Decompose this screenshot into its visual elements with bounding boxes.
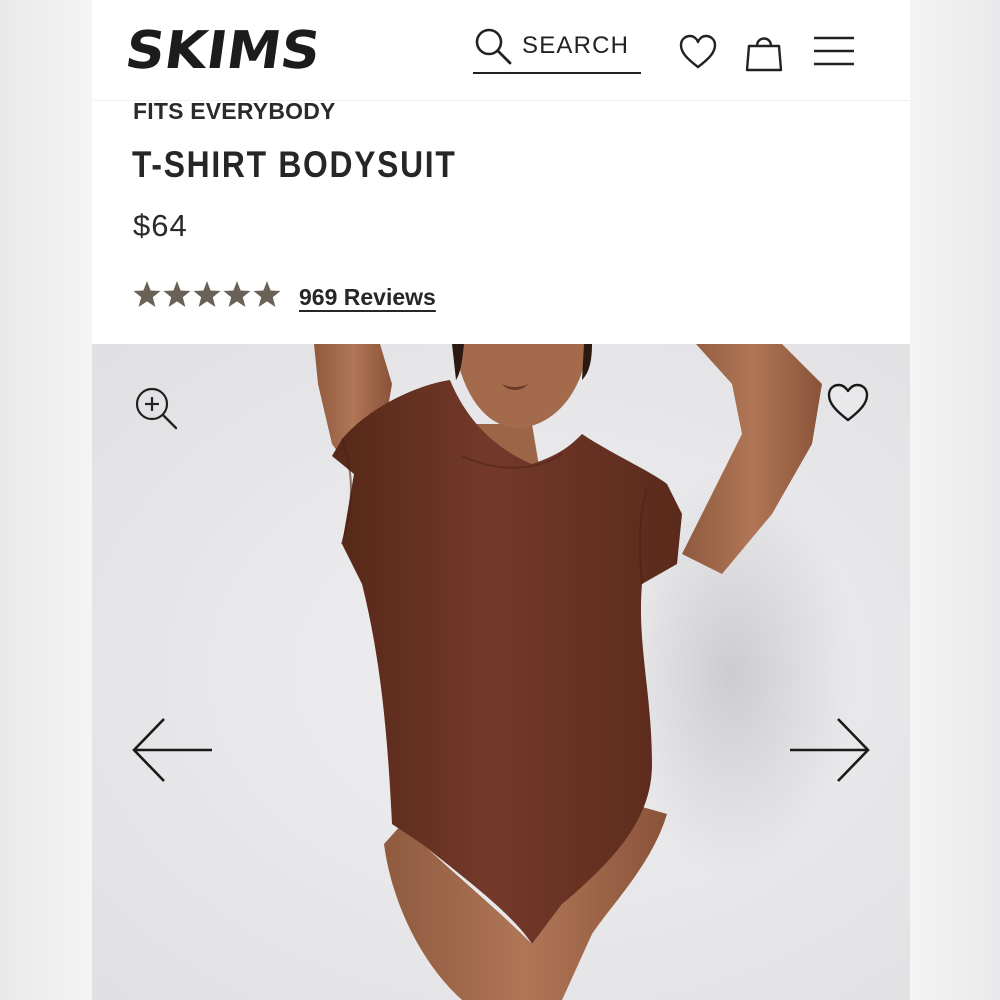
search-icon bbox=[475, 28, 512, 65]
shopping-bag-icon[interactable] bbox=[744, 30, 784, 72]
star-icon bbox=[223, 281, 251, 307]
star-rating bbox=[133, 281, 281, 307]
save-heart-icon[interactable] bbox=[825, 380, 871, 426]
product-title: T-SHIRT BODYSUIT bbox=[132, 144, 457, 185]
svg-text:SKIMS: SKIMS bbox=[122, 22, 322, 78]
brand-logo[interactable]: SKIMS bbox=[122, 22, 322, 78]
zoom-in-icon[interactable] bbox=[132, 384, 180, 432]
reviews-link[interactable]: 969 Reviews bbox=[299, 284, 436, 311]
search-label: SEARCH bbox=[522, 32, 630, 59]
star-icon bbox=[133, 281, 161, 307]
product-image-gallery[interactable] bbox=[92, 344, 910, 1000]
wishlist-heart-icon[interactable] bbox=[678, 32, 718, 72]
star-icon bbox=[193, 281, 221, 307]
product-photo bbox=[314, 344, 852, 1000]
product-page: SKIMS SEARCH FITS EVERYBODY T-SHIRT BODY… bbox=[92, 0, 910, 1000]
star-icon bbox=[163, 281, 191, 307]
menu-icon[interactable] bbox=[812, 34, 856, 68]
product-price: $64 bbox=[133, 208, 188, 243]
collection-label[interactable]: FITS EVERYBODY bbox=[133, 98, 336, 125]
arrow-right-icon[interactable] bbox=[786, 715, 872, 785]
page-background: SKIMS SEARCH FITS EVERYBODY T-SHIRT BODY… bbox=[0, 0, 1000, 1000]
arrow-left-icon[interactable] bbox=[130, 715, 216, 785]
site-header: SKIMS SEARCH bbox=[92, 0, 910, 101]
search-field[interactable]: SEARCH bbox=[473, 26, 641, 74]
star-icon bbox=[253, 281, 281, 307]
